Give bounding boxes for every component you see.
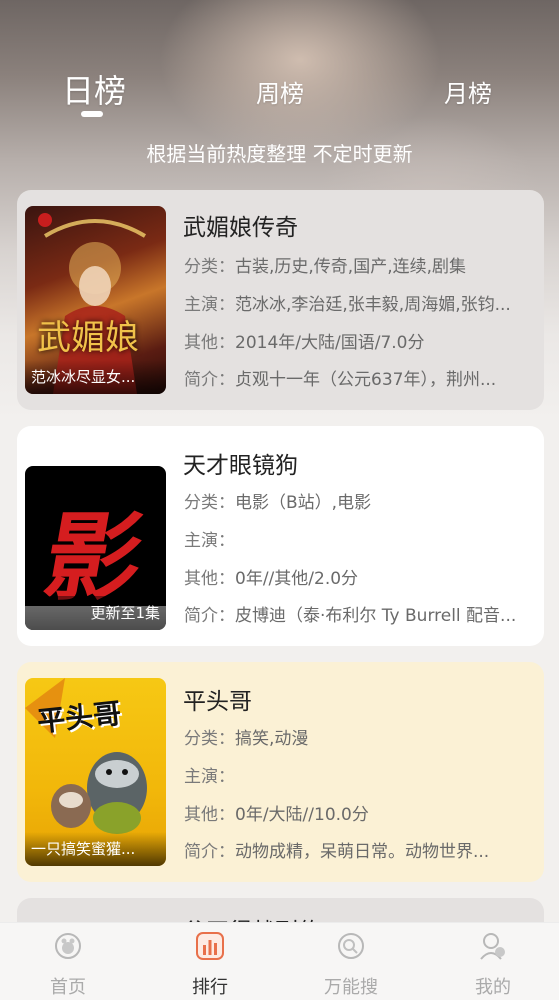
- row-value: 2014年/大陆/国语/7.0分: [235, 333, 425, 353]
- ranking-icon: [196, 932, 224, 960]
- tab-weekly[interactable]: 周榜: [240, 74, 320, 109]
- row-label: 主演：: [184, 767, 235, 787]
- card-synopsis: 简介：皮博迪（泰·布利尔 Ty Burrell 配音...: [184, 601, 536, 626]
- ranking-card[interactable]: 武媚娘 范冰冰尽显女... 武媚娘传奇 分类：古装,历史,传奇,国产,连续,剧集…: [17, 190, 544, 410]
- row-value: 搞笑,动漫: [235, 729, 309, 749]
- card-title: 天才眼镜狗: [183, 453, 298, 479]
- poster-caption: 范冰冰尽显女...: [25, 360, 166, 394]
- search-icon: [338, 933, 364, 959]
- nav-label: 我的: [475, 977, 511, 998]
- poster-caption: 更新至1集: [25, 596, 166, 630]
- card-title: 平头哥: [183, 689, 252, 715]
- row-value: 古装,历史,传奇,国产,连续,剧集: [235, 257, 467, 277]
- poster-caption: 一只搞笑蜜獾...: [25, 832, 166, 866]
- nav-ranking[interactable]: 排行: [160, 923, 260, 1000]
- profile-icon: [480, 933, 505, 960]
- card-synopsis: 简介：贞观十一年（公元637年），荆州...: [184, 365, 536, 390]
- nav-home[interactable]: 首页: [18, 923, 118, 1000]
- card-cast: 主演：: [184, 526, 536, 551]
- card-category: 分类：搞笑,动漫: [184, 724, 536, 749]
- card-synopsis: 简介：动物成精，呆萌日常。动物世界...: [184, 837, 536, 862]
- card-title: 武媚娘传奇: [183, 215, 298, 241]
- row-value: 皮博迪（泰·布利尔 Ty Burrell 配音...: [235, 606, 517, 626]
- tab-daily[interactable]: 日榜: [58, 66, 130, 112]
- row-label: 其他：: [184, 569, 235, 589]
- row-value: 0年/大陆//10.0分: [235, 805, 369, 825]
- row-label: 简介：: [184, 370, 235, 390]
- row-label: 分类：: [184, 257, 235, 277]
- ranking-card[interactable]: 影 更新至1集 天才眼镜狗 分类：电影（B站）,电影 主演： 其他：0年//其他…: [17, 426, 544, 646]
- card-category: 分类：古装,历史,传奇,国产,连续,剧集: [184, 252, 536, 277]
- card-other: 其他：0年/大陆//10.0分: [184, 800, 536, 825]
- row-value: 0年//其他/2.0分: [235, 569, 359, 589]
- row-label: 主演：: [184, 295, 235, 315]
- poster-image: 影 更新至1集: [25, 466, 166, 630]
- nav-label: 万能搜: [324, 977, 378, 998]
- poster-artwork: 影: [25, 466, 166, 614]
- ranking-subtitle: 根据当前热度整理 不定时更新: [146, 142, 413, 166]
- row-label: 分类：: [184, 493, 235, 513]
- row-value: 范冰冰,李治廷,张丰毅,周海媚,张钧...: [235, 295, 511, 315]
- row-label: 简介：: [184, 606, 235, 626]
- row-value: 动物成精，呆萌日常。动物世界...: [235, 842, 490, 862]
- poster-title-art: 武媚娘: [37, 318, 139, 358]
- nav-label: 排行: [192, 977, 228, 998]
- home-icon: [55, 933, 81, 959]
- row-label: 其他：: [184, 333, 235, 353]
- nav-profile[interactable]: 我的: [443, 923, 543, 1000]
- card-other: 其他：2014年/大陆/国语/7.0分: [184, 328, 536, 353]
- row-label: 主演：: [184, 531, 235, 551]
- bottom-navigation: 首页 排行 万能搜 我的: [0, 922, 559, 1000]
- row-value: 贞观十一年（公元637年），荆州...: [235, 370, 497, 390]
- nav-search[interactable]: 万能搜: [301, 923, 401, 1000]
- card-cast: 主演：: [184, 762, 536, 787]
- poster-image: 武媚娘 范冰冰尽显女...: [25, 206, 166, 394]
- card-category: 分类：电影（B站）,电影: [184, 488, 536, 513]
- ranking-card[interactable]: 平头哥 一只搞笑蜜獾... 平头哥 分类：搞笑,动漫 主演： 其他：0年/大陆/…: [17, 662, 544, 882]
- row-label: 其他：: [184, 805, 235, 825]
- row-label: 分类：: [184, 729, 235, 749]
- card-other: 其他：0年//其他/2.0分: [184, 564, 536, 589]
- active-tab-indicator: [81, 111, 103, 117]
- nav-label: 首页: [50, 977, 86, 998]
- row-label: 简介：: [184, 842, 235, 862]
- poster-image: 平头哥 一只搞笑蜜獾...: [25, 678, 166, 866]
- row-value: 电影（B站）,电影: [235, 493, 372, 513]
- tab-monthly[interactable]: 月榜: [428, 74, 508, 109]
- card-cast: 主演：范冰冰,李治廷,张丰毅,周海媚,张钧...: [184, 290, 536, 315]
